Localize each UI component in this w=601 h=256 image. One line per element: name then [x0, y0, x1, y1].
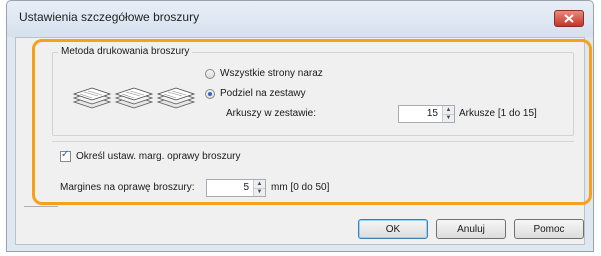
close-button[interactable]: [554, 10, 584, 27]
highlight-frame: [32, 39, 592, 205]
help-button[interactable]: Pomoc: [514, 219, 584, 239]
cancel-button[interactable]: Anuluj: [436, 219, 506, 239]
ok-button[interactable]: OK: [358, 219, 428, 239]
divider-line: [24, 206, 58, 207]
close-icon: [564, 14, 574, 23]
window-title: Ustawienia szczegółowe broszury: [19, 10, 200, 24]
title-bar: Ustawienia szczegółowe broszury: [7, 1, 593, 37]
